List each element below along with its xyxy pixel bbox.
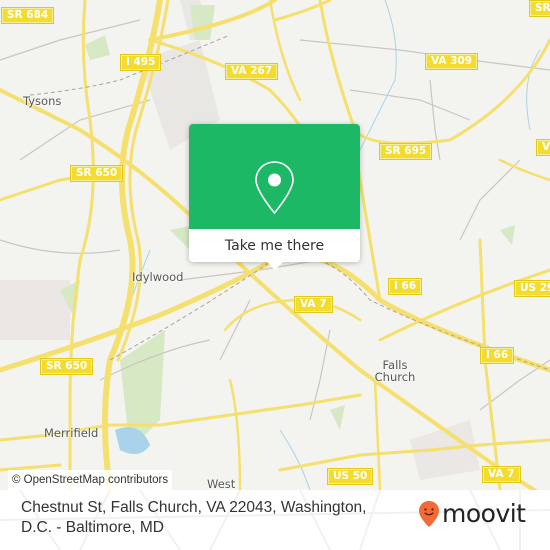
route-shield-partial-v: V	[535, 139, 550, 156]
take-me-there-button[interactable]: Take me there	[189, 229, 360, 262]
map-pin-icon	[255, 161, 294, 215]
route-shield-sr-684: SR 684	[0, 7, 55, 24]
place-label-falls-church: Falls Church	[370, 359, 420, 383]
route-shield-i-66: I 66	[387, 278, 423, 295]
footer: Chestnut St, Falls Church, VA 22043, Was…	[0, 490, 550, 550]
place-label-idylwood: Idylwood	[132, 270, 184, 284]
route-shield-va-7: VA 7	[294, 296, 333, 313]
place-label-west: West	[207, 477, 236, 490]
address-line-1: Chestnut St, Falls Church, VA 22043, Was…	[21, 499, 367, 516]
route-shield-va-267: VA 267	[224, 63, 279, 80]
route-shield-va-309: VA 309	[424, 53, 479, 70]
location-popup[interactable]: Take me there	[189, 124, 360, 270]
address-line-2: D.C. - Baltimore, MD	[21, 519, 164, 536]
moovit-pin-icon	[419, 501, 439, 527]
route-shield-us-50: US 50	[326, 468, 374, 485]
moovit-wordmark: moovit	[442, 499, 526, 528]
map-view[interactable]: SR 684 I 495 VA 267 VA 309 SR 650 SR 695…	[0, 0, 550, 490]
route-shield-va-7-east: VA 7	[482, 466, 521, 483]
place-label-merrifield: Merrifield	[44, 426, 99, 440]
route-shield-i-495: I 495	[119, 54, 162, 71]
address-text: Chestnut St, Falls Church, VA 22043, Was…	[21, 498, 401, 538]
route-shield-us-29: US 29	[513, 280, 550, 297]
place-label-tysons: Tysons	[23, 94, 62, 108]
route-shield-sr-650: SR 650	[69, 165, 124, 182]
route-shield-partial-sr: SR	[529, 0, 550, 17]
route-shield-i-66-east: I 66	[479, 347, 515, 364]
map-attribution[interactable]: © OpenStreetMap contributors	[8, 470, 173, 490]
moovit-logo[interactable]: moovit	[418, 500, 526, 528]
place-label-church: Church	[374, 370, 416, 384]
popup-header	[189, 124, 360, 229]
route-shield-sr-695: SR 695	[378, 143, 433, 160]
route-shield-sr-650-south: SR 650	[39, 358, 94, 375]
popup-pointer	[266, 261, 284, 270]
